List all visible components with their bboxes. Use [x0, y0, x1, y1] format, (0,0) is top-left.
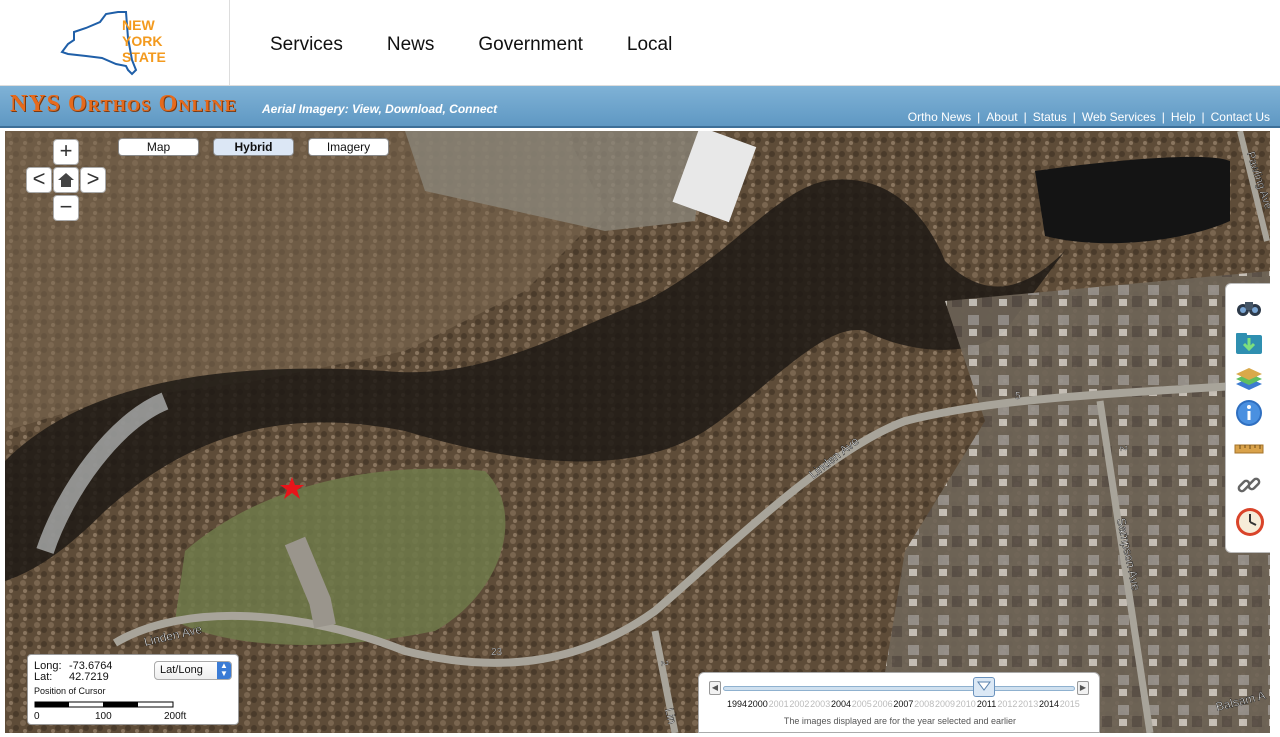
- route-number: 5: [1015, 391, 1021, 402]
- home-button[interactable]: [53, 167, 79, 193]
- timeline-year-2007[interactable]: 2007: [893, 699, 913, 709]
- measure-ruler-icon: [1234, 444, 1264, 454]
- measure-tool[interactable]: [1234, 434, 1264, 464]
- site-header: NEW YORK STATE Services News Government …: [0, 0, 1280, 86]
- logo-line-1: NEW: [122, 17, 155, 33]
- timeline-year-2008[interactable]: 2008: [914, 699, 934, 709]
- logo-line-2: YORK: [122, 33, 162, 49]
- timeline-tool[interactable]: [1234, 506, 1264, 536]
- scale-label-100: 100: [95, 711, 112, 722]
- nys-logo[interactable]: NEW YORK STATE: [56, 8, 176, 78]
- pan-left-button[interactable]: <: [26, 167, 52, 193]
- scale-label-200ft: 200ft: [164, 711, 187, 722]
- zoom-in-button[interactable]: +: [53, 139, 79, 165]
- map-type-map-button[interactable]: Map: [118, 138, 199, 156]
- lat-label: Lat:: [34, 671, 53, 683]
- timeline-year-2013[interactable]: 2013: [1018, 699, 1038, 709]
- timeline-prev-button[interactable]: ◀: [709, 681, 721, 695]
- main-nav: Services News Government Local: [270, 34, 672, 56]
- link-separator: |: [977, 110, 981, 124]
- projection-select[interactable]: Lat/Long ▲ ▼: [154, 661, 232, 680]
- info-tool[interactable]: [1234, 398, 1264, 428]
- link-icon: [1237, 477, 1261, 493]
- projection-value: Lat/Long: [160, 664, 203, 676]
- nav-news[interactable]: News: [387, 34, 435, 56]
- map-type-imagery-button[interactable]: Imagery: [308, 138, 389, 156]
- position-caption: Position of Cursor: [34, 686, 106, 696]
- timeline-year-2002[interactable]: 2002: [789, 699, 809, 709]
- header-divider: [229, 0, 230, 86]
- zoom-out-button[interactable]: −: [53, 195, 79, 221]
- scale-bar: [34, 701, 174, 708]
- nav-local[interactable]: Local: [627, 34, 672, 56]
- logo-line-3: STATE: [122, 49, 166, 65]
- tool-panel: [1225, 283, 1270, 553]
- link-separator: |: [1201, 110, 1205, 124]
- timeline-year-2015[interactable]: 2015: [1060, 699, 1080, 709]
- link-separator: |: [1161, 110, 1165, 124]
- cursor-coordinates-panel: Long: -73.6764 Lat: 42.7219 Position of …: [27, 654, 239, 725]
- aerial-imagery[interactable]: Linden Ave Linden Ave Sampson Ave Pawlin…: [5, 131, 1270, 733]
- timeline-year-2012[interactable]: 2012: [997, 699, 1017, 709]
- link-contact-us[interactable]: Contact Us: [1211, 110, 1270, 124]
- timeline-year-2001[interactable]: 2001: [769, 699, 789, 709]
- lat-value: 42.7219: [69, 671, 109, 683]
- timeline-slider-handle[interactable]: [973, 677, 995, 697]
- binoculars-icon: [1237, 302, 1261, 316]
- download-folder-icon: [1236, 333, 1262, 354]
- info-icon: [1236, 400, 1262, 426]
- link-separator: |: [1072, 110, 1076, 124]
- map-type-hybrid-button[interactable]: Hybrid: [213, 138, 294, 156]
- route-number: 23: [491, 647, 503, 658]
- timeline-year-2006[interactable]: 2006: [873, 699, 893, 709]
- home-icon: [58, 173, 74, 187]
- timeline-year-2005[interactable]: 2005: [852, 699, 872, 709]
- link-web-services[interactable]: Web Services: [1082, 110, 1156, 124]
- timeline-year-1994[interactable]: 1994: [727, 699, 747, 709]
- link-help[interactable]: Help: [1171, 110, 1196, 124]
- link-status[interactable]: Status: [1033, 110, 1067, 124]
- map-viewport[interactable]: Linden Ave Linden Ave Sampson Ave Pawlin…: [5, 131, 1270, 733]
- app-subtitle: Aerial Imagery: View, Download, Connect: [262, 102, 498, 116]
- timeline-year-2011[interactable]: 2011: [977, 699, 996, 709]
- binoculars-tool[interactable]: [1234, 292, 1264, 322]
- nav-services[interactable]: Services: [270, 34, 343, 56]
- timeline-year-2003[interactable]: 2003: [810, 699, 830, 709]
- clock-icon: [1236, 508, 1264, 536]
- year-timeline: ◀ ▶ 1994 2000 2001 2002 2003 2004 2005 2006 2007…: [698, 672, 1100, 733]
- timeline-note: The images displayed are for the year se…: [783, 716, 1017, 726]
- timeline-year-2004[interactable]: 2004: [831, 699, 851, 709]
- app-title: NYS Orthos Online: [10, 91, 238, 117]
- layers-icon: [1236, 368, 1262, 390]
- timeline-year-2010[interactable]: 2010: [956, 699, 976, 709]
- pan-right-button[interactable]: >: [80, 167, 106, 193]
- timeline-year-labels: 1994 2000 2001 2002 2003 2004 2005 2006 2007 2008…: [699, 699, 1101, 713]
- link-about[interactable]: About: [986, 110, 1017, 124]
- scale-label-0: 0: [34, 711, 40, 722]
- link-ortho-news[interactable]: Ortho News: [908, 110, 971, 124]
- timeline-year-2014[interactable]: 2014: [1039, 699, 1059, 709]
- app-banner: NYS Orthos Online Aerial Imagery: View, …: [0, 86, 1280, 128]
- slider-handle-icon: [977, 681, 991, 691]
- select-arrows-icon: ▲ ▼: [217, 662, 231, 679]
- nav-government[interactable]: Government: [478, 34, 583, 56]
- timeline-year-2000[interactable]: 2000: [748, 699, 768, 709]
- layers-tool[interactable]: [1234, 364, 1264, 394]
- timeline-track[interactable]: [723, 686, 1075, 691]
- timeline-year-2009[interactable]: 2009: [935, 699, 955, 709]
- download-tool[interactable]: [1234, 328, 1264, 358]
- link-separator: |: [1023, 110, 1027, 124]
- link-tool[interactable]: [1234, 470, 1264, 500]
- timeline-next-button[interactable]: ▶: [1077, 681, 1089, 695]
- banner-links: Ortho News | About | Status | Web Services |…: [908, 110, 1270, 124]
